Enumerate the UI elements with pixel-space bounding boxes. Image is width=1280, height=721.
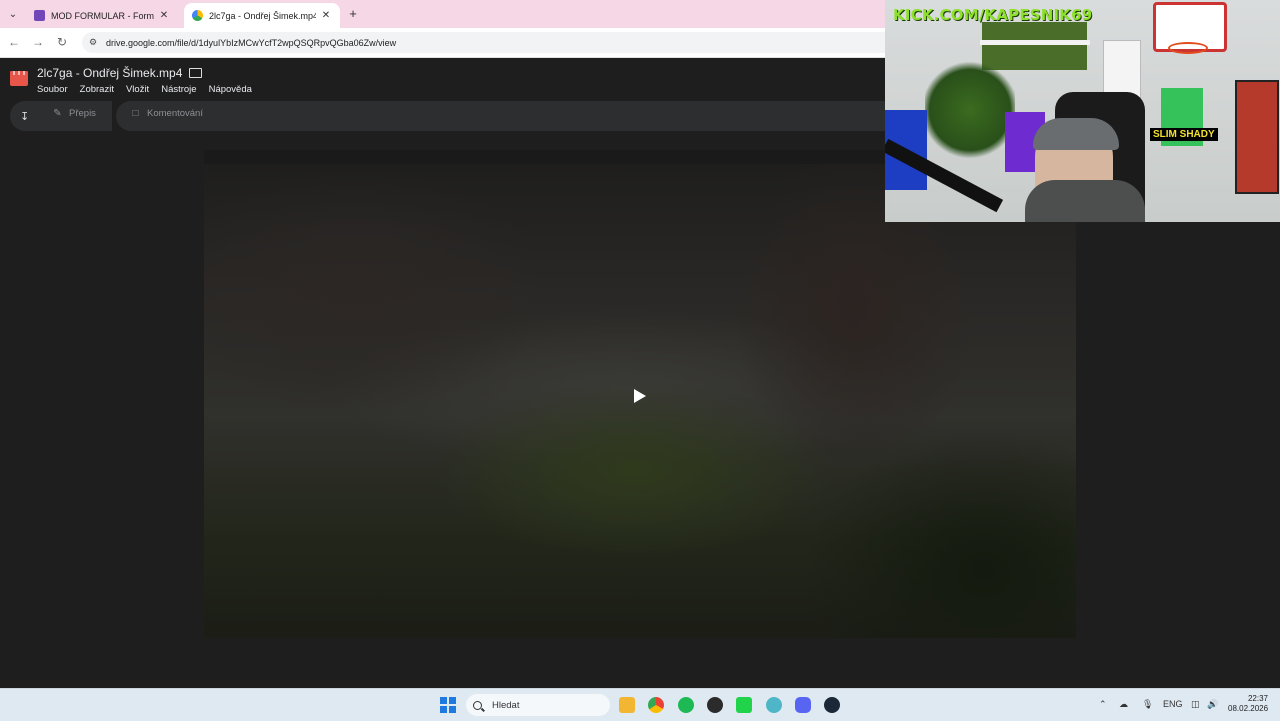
- address-bar[interactable]: ⚙ drive.google.com/file/d/1dyulYbIzMCwYc…: [82, 32, 902, 53]
- tray-chevron-up-icon[interactable]: ⌃: [1099, 699, 1107, 710]
- menu-bar: Soubor Zobrazit Vložit Nástroje Nápověda: [37, 84, 252, 95]
- tab-search-chevron-icon[interactable]: ⌄: [4, 5, 22, 23]
- menu-soubor[interactable]: Soubor: [37, 84, 68, 95]
- search-placeholder: Hledat: [492, 699, 520, 711]
- back-arrow-icon[interactable]: ←: [6, 35, 22, 49]
- menu-nastroje[interactable]: Nástroje: [161, 84, 196, 95]
- transcript-icon: ✎: [53, 108, 62, 119]
- language-indicator[interactable]: ENG: [1163, 699, 1183, 709]
- taskbar-search[interactable]: Hledat: [466, 694, 610, 716]
- menu-napoveda[interactable]: Nápověda: [209, 84, 252, 95]
- transcript-label: Přepis: [69, 108, 96, 119]
- streamer-shirt: [1025, 180, 1145, 222]
- reload-icon[interactable]: ↻: [54, 35, 70, 49]
- close-tab-icon[interactable]: ✕: [320, 10, 332, 21]
- close-tab-icon[interactable]: ✕: [158, 10, 170, 21]
- tab-mod-formular[interactable]: MOD FORMULAR - Formuláře G ✕: [26, 3, 178, 28]
- menu-zobrazit[interactable]: Zobrazit: [80, 84, 114, 95]
- search-icon: [473, 700, 482, 710]
- tab-title: 2lc7ga - Ondřej Šimek.mp4 - Dis: [209, 10, 316, 21]
- video-file-icon: [10, 71, 28, 86]
- network-icon[interactable]: ◫: [1191, 699, 1200, 710]
- file-title: 2lc7ga - Ondřej Šimek.mp4: [37, 66, 183, 80]
- wall-poster: [1235, 80, 1279, 194]
- microphone-icon[interactable]: 🎙: [1142, 699, 1153, 710]
- taskbar: Hledat ⌃ ☁ 🎙 ENG ◫ 🔊 22:37 08.02.2026: [0, 688, 1280, 721]
- chrome-icon[interactable]: [648, 697, 664, 713]
- action-group-left: ↧ ✎ Přepis: [10, 101, 112, 131]
- forms-favicon-icon: [34, 10, 45, 21]
- app-bird-icon[interactable]: [766, 697, 782, 713]
- menu-vlozit[interactable]: Vložit: [126, 84, 149, 95]
- new-tab-plus-icon[interactable]: +: [346, 6, 360, 21]
- slim-shady-sign: SLIM SHADY: [1150, 128, 1218, 141]
- drive-favicon-icon: [192, 10, 203, 21]
- steam-icon[interactable]: [824, 697, 840, 713]
- app-green-icon[interactable]: [736, 697, 752, 713]
- streamer-cap: [1033, 118, 1119, 150]
- tab-title: MOD FORMULAR - Formuláře G: [51, 10, 154, 21]
- play-icon: [634, 389, 646, 403]
- comment-icon: □: [132, 108, 139, 119]
- windows-start-icon[interactable]: [440, 697, 456, 713]
- download-icon[interactable]: ↧: [20, 110, 29, 123]
- kick-banner: KICK.COM/KAPESNIK69: [893, 6, 1093, 24]
- obs-icon[interactable]: [707, 697, 723, 713]
- file-title-row: 2lc7ga - Ondřej Šimek.mp4: [37, 66, 203, 80]
- shelf: [980, 40, 1090, 45]
- move-to-folder-icon[interactable]: [189, 68, 203, 78]
- tab-drive-video[interactable]: 2lc7ga - Ondřej Šimek.mp4 - Dis ✕: [184, 3, 340, 28]
- clock-date: 08.02.2026: [1228, 704, 1269, 713]
- url-text[interactable]: drive.google.com/file/d/1dyulYbIzMCwYcfT…: [106, 38, 396, 48]
- clock-time: 22:37: [1247, 694, 1268, 703]
- site-settings-icon[interactable]: ⚙: [87, 37, 99, 49]
- hoop-ring: [1168, 42, 1208, 54]
- plant: [925, 60, 1015, 160]
- comments-button[interactable]: □ Komentování: [130, 108, 203, 119]
- spotify-icon[interactable]: [678, 697, 694, 713]
- file-explorer-icon[interactable]: [619, 697, 635, 713]
- cloud-sync-icon[interactable]: ☁: [1119, 699, 1128, 710]
- volume-icon[interactable]: 🔊: [1207, 699, 1218, 710]
- webcam-overlay: SLIM SHADY KICK.COM/KAPESNIK69: [885, 0, 1280, 222]
- comments-label: Komentování: [147, 108, 203, 119]
- forward-arrow-icon[interactable]: →: [30, 35, 46, 49]
- discord-icon[interactable]: [795, 697, 811, 713]
- transcript-button[interactable]: ✎ Přepis: [52, 108, 96, 119]
- clock[interactable]: 22:37 08.02.2026: [1228, 694, 1268, 714]
- video-player[interactable]: [204, 150, 1076, 638]
- play-button[interactable]: [614, 370, 666, 422]
